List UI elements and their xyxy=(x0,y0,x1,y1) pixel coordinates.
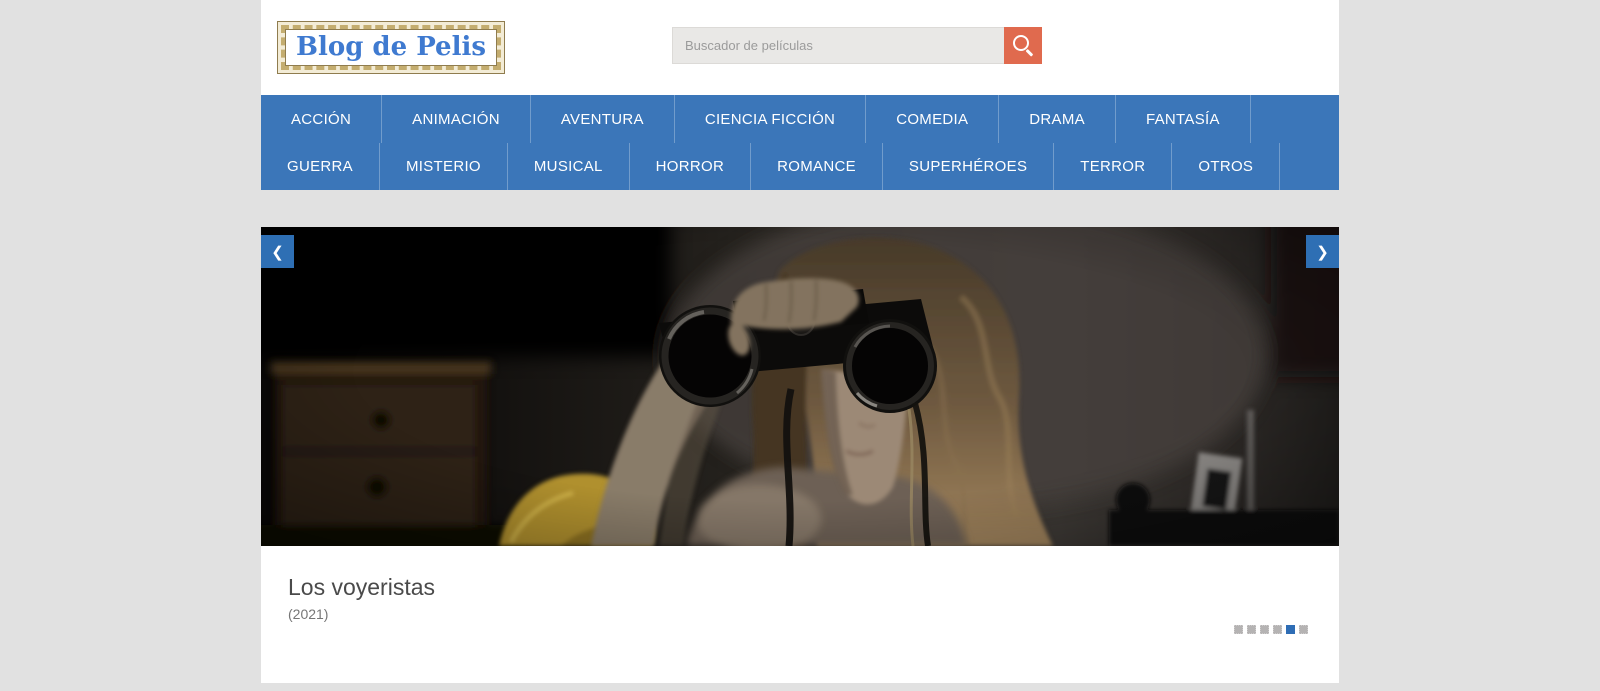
pagination-square[interactable] xyxy=(1299,625,1308,634)
site-header: Blog de Pelis xyxy=(261,0,1339,95)
nav-item-superheroes[interactable]: SUPERHÉROES xyxy=(883,143,1055,190)
nav-item-misterio[interactable]: MISTERIO xyxy=(380,143,508,190)
page-container: Blog de Pelis ACCIÓN ANIMACIÓN AVENTURA … xyxy=(261,0,1339,683)
nav-item-accion[interactable]: ACCIÓN xyxy=(261,95,383,143)
slide-year: (2021) xyxy=(288,606,329,622)
nav-item-comedia[interactable]: COMEDIA xyxy=(866,95,1000,143)
nav-item-terror[interactable]: TERROR xyxy=(1054,143,1173,190)
carousel-next-button[interactable]: ❯ xyxy=(1306,235,1339,268)
category-nav: ACCIÓN ANIMACIÓN AVENTURA CIENCIA FICCIÓ… xyxy=(261,95,1339,190)
search-input[interactable] xyxy=(672,27,1004,64)
slide-title: Los voyeristas xyxy=(288,574,436,600)
pagination-square[interactable] xyxy=(1234,625,1243,634)
nav-item-drama[interactable]: DRAMA xyxy=(999,95,1116,143)
pagination-square[interactable] xyxy=(1273,625,1282,634)
nav-row-2: GUERRA MISTERIO MUSICAL HORROR ROMANCE S… xyxy=(261,143,1339,190)
site-logo[interactable]: Blog de Pelis xyxy=(277,21,505,74)
nav-item-romance[interactable]: ROMANCE xyxy=(751,143,883,190)
content-gap xyxy=(261,190,1339,227)
nav-item-musical[interactable]: MUSICAL xyxy=(508,143,630,190)
nav-item-aventura[interactable]: AVENTURA xyxy=(531,95,675,143)
search-icon xyxy=(1013,35,1029,51)
pagination-square[interactable] xyxy=(1286,625,1295,634)
nav-item-fantasia[interactable]: FANTASÍA xyxy=(1116,95,1251,143)
carousel-pagination xyxy=(1234,625,1308,634)
nav-item-horror[interactable]: HORROR xyxy=(630,143,752,190)
search-bar xyxy=(672,27,1042,64)
carousel-prev-button[interactable]: ❮ xyxy=(261,235,294,268)
search-button[interactable] xyxy=(1004,27,1042,64)
nav-row-1: ACCIÓN ANIMACIÓN AVENTURA CIENCIA FICCIÓ… xyxy=(261,95,1339,143)
logo-decorative-frame: Blog de Pelis xyxy=(281,25,501,70)
pagination-square[interactable] xyxy=(1247,625,1256,634)
nav-item-animacion[interactable]: ANIMACIÓN xyxy=(382,95,531,143)
nav-item-guerra[interactable]: GUERRA xyxy=(261,143,380,190)
nav-item-otros[interactable]: OTROS xyxy=(1172,143,1281,190)
slide-caption: Los voyeristas (2021) xyxy=(261,546,1339,683)
nav-item-ciencia-ficcion[interactable]: CIENCIA FICCIÓN xyxy=(675,95,867,143)
slide-image-woman-with-binoculars xyxy=(261,227,1339,546)
featured-slide[interactable]: ❮ ❯ xyxy=(261,227,1339,546)
chevron-left-icon: ❮ xyxy=(271,243,284,261)
site-logo-text: Blog de Pelis xyxy=(296,32,486,62)
pagination-square[interactable] xyxy=(1260,625,1269,634)
chevron-right-icon: ❯ xyxy=(1316,243,1329,261)
